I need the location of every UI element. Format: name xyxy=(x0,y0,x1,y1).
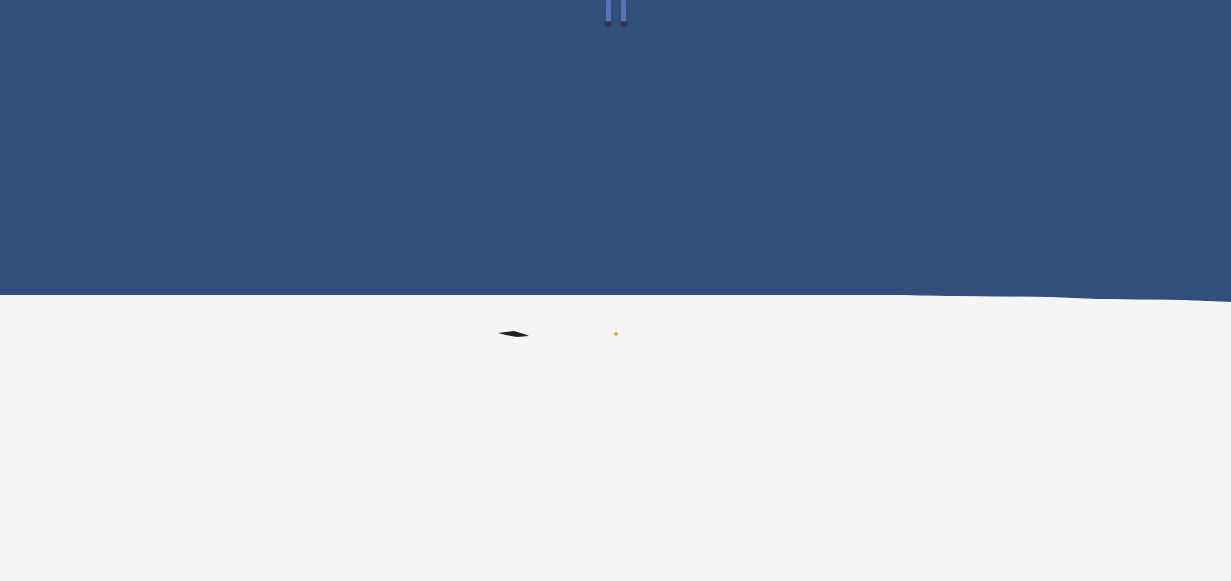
game-viewport[interactable] xyxy=(0,0,1231,581)
game-scene[interactable] xyxy=(0,0,1231,581)
sky-backdrop xyxy=(0,0,1231,302)
pickup-dot-icon[interactable] xyxy=(614,332,618,336)
ground-plane xyxy=(0,295,1231,581)
